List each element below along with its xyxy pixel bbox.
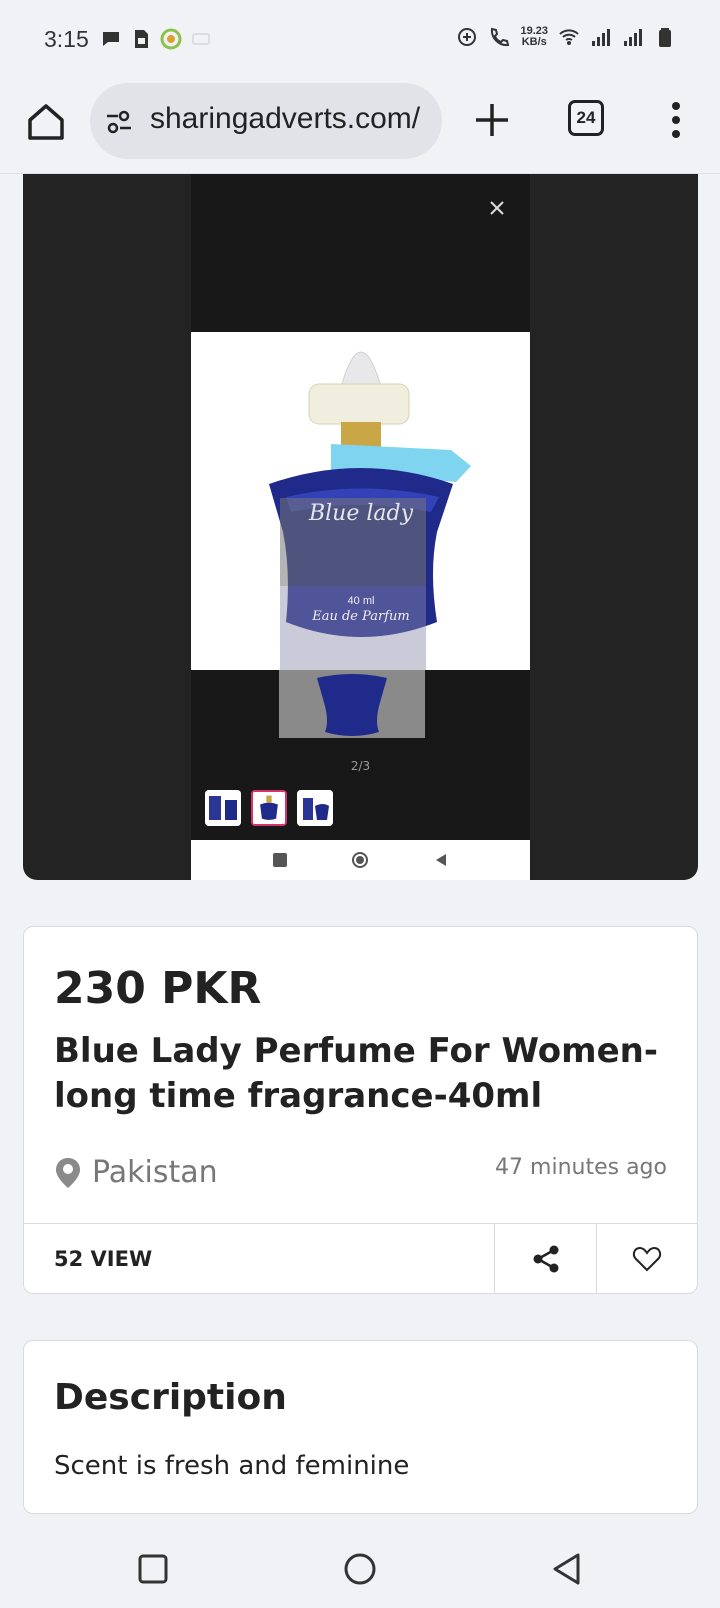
bottle-type-text: Eau de Parfum (311, 609, 410, 624)
description-card: Description Scent is fresh and feminine (23, 1340, 698, 1514)
home-nav-icon[interactable] (343, 1552, 377, 1586)
tab-switcher-button[interactable]: 24 (568, 100, 604, 136)
image-overlay-preview (279, 670, 425, 738)
description-heading: Description (54, 1377, 287, 1418)
status-bar: 3:15 19.23 KB/s (0, 0, 720, 80)
back-icon[interactable] (550, 1552, 584, 1586)
network-speed: 19.23 KB/s (520, 26, 548, 48)
triangle-icon (435, 854, 446, 866)
product-image[interactable]: Blue lady 40 ml Eau de Parfum (191, 332, 530, 670)
heart-icon (632, 1246, 662, 1272)
thumbnail-3[interactable] (297, 790, 333, 826)
url-text: sharingadverts.com/ (150, 102, 421, 135)
close-icon[interactable] (483, 194, 511, 222)
view-count: 52 VIEW (54, 1247, 153, 1271)
sim-icon (135, 30, 148, 48)
bottle-volume-text: 40 ml (348, 595, 375, 607)
plus-icon[interactable] (472, 100, 512, 140)
listing-price: 230 PKR (54, 963, 262, 1014)
gallery-image-frame: Blue lady 40 ml Eau de Parfum 2/3 (191, 174, 530, 880)
bottle-brand-text: Blue lady (308, 501, 414, 526)
thumbnail-strip (205, 790, 333, 826)
status-time: 3:15 (44, 26, 89, 52)
browser-toolbar: sharingadverts.com/ 24 (0, 80, 720, 174)
home-icon[interactable] (24, 100, 68, 144)
notification-icons (100, 28, 212, 50)
battery-icon (659, 28, 671, 47)
location-text: Pakistan (92, 1155, 218, 1190)
app-icon (160, 28, 182, 50)
data-saver-icon (458, 28, 477, 46)
favorite-button[interactable] (596, 1224, 697, 1294)
posted-time: 47 minutes ago (495, 1155, 667, 1180)
square-icon (273, 853, 288, 867)
cast-icon (192, 33, 210, 45)
share-icon (533, 1245, 558, 1273)
image-counter: 2/3 (350, 759, 371, 773)
wifi-icon (559, 29, 579, 45)
thumbnail-1[interactable] (205, 790, 241, 826)
thumbnail-2[interactable] (251, 790, 287, 826)
signal-icon (592, 29, 610, 46)
description-text: Scent is fresh and feminine (54, 1451, 410, 1481)
call-icon (491, 27, 510, 47)
signal-icon-2 (624, 29, 642, 46)
share-button[interactable] (494, 1224, 596, 1294)
listing-card: 230 PKR Blue Lady Perfume For Women-long… (23, 926, 698, 1294)
more-vert-icon[interactable] (660, 98, 692, 142)
system-status-icons: 19.23 KB/s (456, 26, 676, 48)
location-pin-icon (56, 1157, 80, 1188)
address-bar[interactable]: sharingadverts.com/ (90, 83, 442, 159)
tune-icon[interactable] (104, 107, 134, 137)
speed-unit: KB/s (521, 36, 547, 48)
image-gallery[interactable]: Blue lady 40 ml Eau de Parfum 2/3 (23, 174, 698, 880)
message-icon (103, 32, 119, 46)
listing-location[interactable]: Pakistan (54, 1155, 218, 1190)
circle-icon (352, 852, 369, 868)
recents-icon[interactable] (136, 1552, 170, 1586)
inner-screenshot-nav (191, 840, 530, 880)
system-navigation-bar (0, 1528, 720, 1608)
listing-title: Blue Lady Perfume For Women-long time fr… (54, 1031, 658, 1116)
